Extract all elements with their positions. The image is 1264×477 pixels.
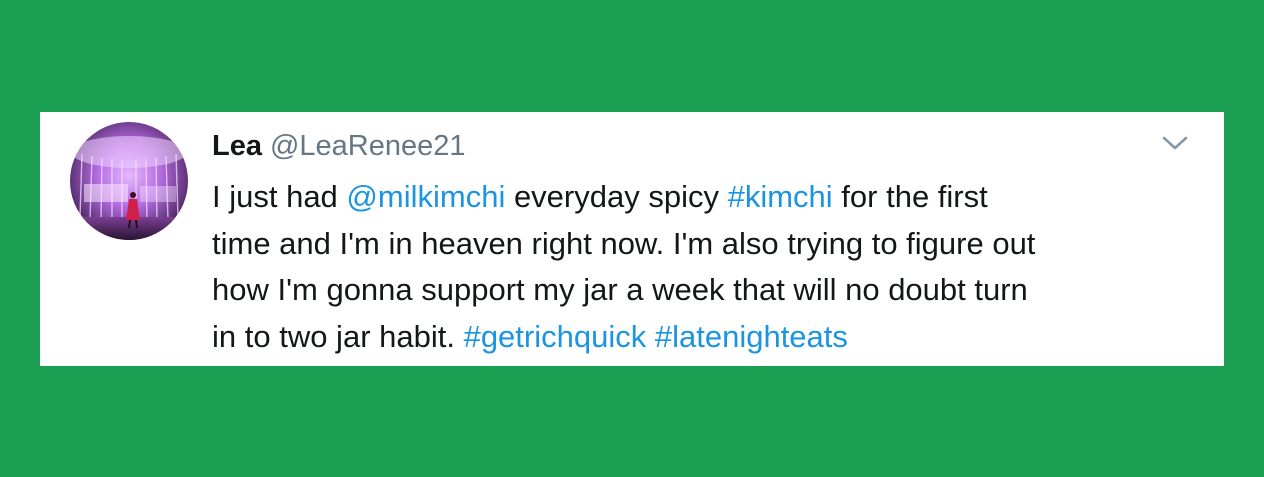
tweet-text-segment: for the first bbox=[832, 179, 988, 214]
tweet-header: Lea @LeaRenee21 bbox=[212, 126, 466, 166]
tweet-text-segment: time and I'm in heaven right now. I'm al… bbox=[212, 225, 1036, 261]
tweet-text-line: I just had @milkimchi everyday spicy #ki… bbox=[212, 174, 1202, 221]
tweet-text-segment: everyday spicy bbox=[505, 179, 728, 214]
author-handle[interactable]: @LeaRenee21 bbox=[270, 130, 466, 162]
tweet-text-line: time and I'm in heaven right now. I'm al… bbox=[212, 221, 1202, 268]
author-name[interactable]: Lea bbox=[212, 130, 262, 162]
hashtag-link[interactable]: #latenighteats bbox=[655, 319, 848, 354]
hashtag-link[interactable]: #getrichquick bbox=[464, 319, 647, 354]
tweet-text-segment: I just had bbox=[212, 179, 347, 214]
mention-link[interactable]: @milkimchi bbox=[346, 179, 505, 214]
tweet-text-segment bbox=[646, 319, 655, 354]
tweet-text: I just had @milkimchi everyday spicy #ki… bbox=[212, 174, 1202, 360]
avatar[interactable] bbox=[70, 122, 188, 240]
tweet-text-line: in to two jar habit. #getrichquick #late… bbox=[212, 314, 1202, 361]
tweet-text-segment: in to two jar habit. bbox=[212, 318, 464, 354]
hashtag-link[interactable]: #kimchi bbox=[728, 179, 833, 214]
tweet-card: Lea @LeaRenee21 I just had @milkimchi eve… bbox=[40, 112, 1224, 366]
tweet-text-segment: how I'm gonna support my jar a week that… bbox=[212, 272, 1028, 307]
chevron-down-icon[interactable] bbox=[1158, 132, 1192, 154]
tweet-text-line: how I'm gonna support my jar a week that… bbox=[212, 267, 1202, 314]
profile-photo bbox=[70, 122, 188, 240]
